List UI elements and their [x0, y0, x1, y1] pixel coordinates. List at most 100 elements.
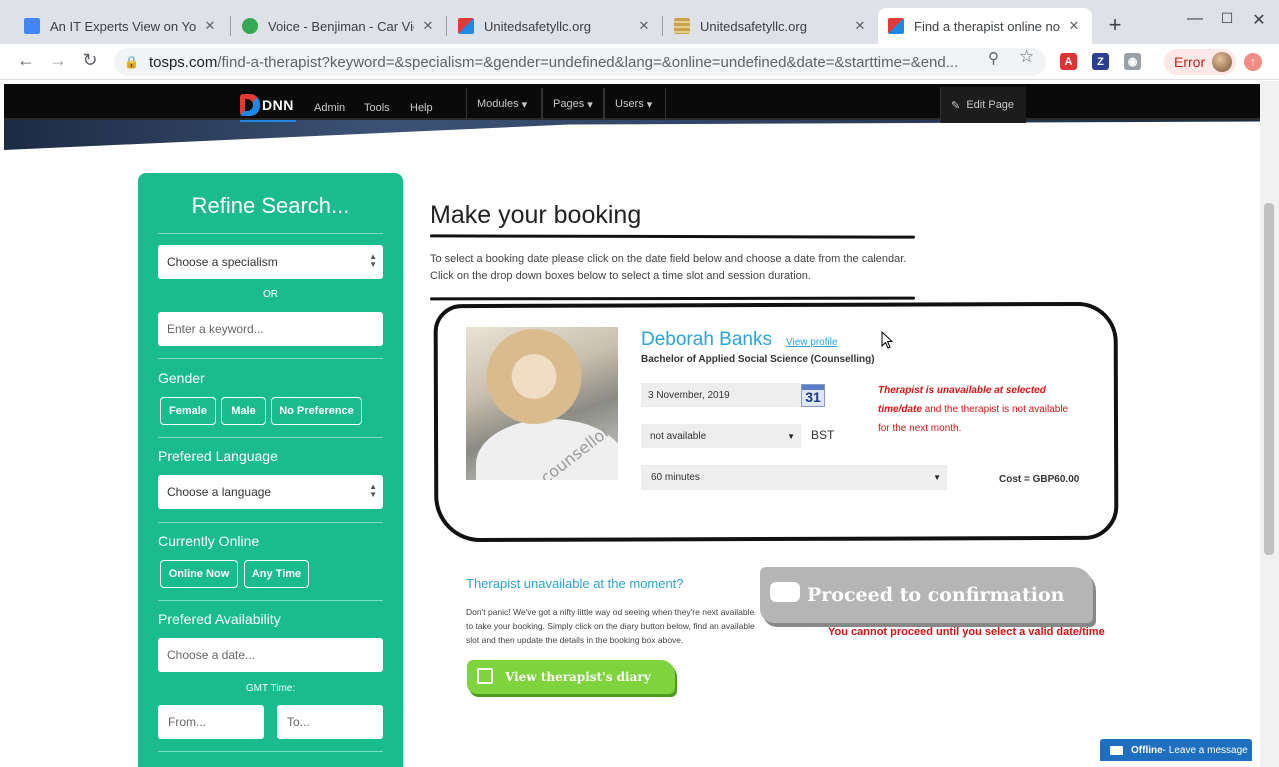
stack-icon	[674, 18, 690, 34]
lock-icon: 🔒	[124, 55, 139, 69]
dnn-users-menu[interactable]: Users ▾	[604, 88, 666, 120]
forward-button[interactable]: →	[46, 50, 70, 71]
tab-voice[interactable]: Voice - Benjiman - Car Vide ✕	[232, 8, 446, 44]
page-viewport: DNN Admin Tools Help Modules ▾ Pages ▾ U…	[0, 81, 1260, 767]
tab-title: Unitedsafetyllc.org	[700, 18, 807, 34]
select-arrows-icon: ▲ ▼	[369, 252, 377, 269]
dnn-pages-menu[interactable]: Pages ▾	[542, 88, 604, 120]
tab-title: Find a therapist online now	[914, 18, 1060, 34]
envelope-icon	[1110, 745, 1123, 755]
unavailable-body: Don't panic! We've got a nifty little wa…	[466, 607, 755, 645]
close-icon[interactable]: ✕	[420, 18, 436, 34]
update-icon[interactable]: ↑	[1244, 53, 1262, 71]
angular-extension-icon[interactable]: A	[1060, 53, 1077, 70]
availability-date-input[interactable]: Choose a date...	[158, 638, 383, 672]
or-text: OR	[263, 289, 278, 300]
gender-male-button[interactable]: Male	[221, 397, 266, 425]
gender-no-preference-button[interactable]: No Preference	[271, 397, 362, 425]
reload-button[interactable]: ↻	[78, 50, 102, 71]
time-slot-select[interactable]: not available ▼	[641, 424, 801, 448]
dnn-icon	[888, 18, 904, 34]
phone-icon	[242, 18, 258, 34]
scrollbar-thumb[interactable]	[1264, 203, 1274, 555]
calendar-icon[interactable]: 31	[801, 384, 825, 407]
browser-toolbar: ← → ↻ 🔒 tosps.com/find-a-therapist?keywo…	[0, 44, 1279, 80]
tab-title: An IT Experts View on Your	[50, 18, 196, 34]
speech-bubble-icon	[770, 582, 800, 602]
tab-title: Unitedsafetyllc.org	[484, 18, 591, 34]
back-button[interactable]: ←	[14, 50, 38, 71]
online-label: Currently Online	[158, 533, 260, 549]
unavailable-title: Therapist unavailable at the moment?	[466, 576, 684, 591]
chat-status: Offline	[1131, 744, 1163, 756]
duration-select[interactable]: 60 minutes ▼	[641, 465, 947, 490]
any-time-button[interactable]: Any Time	[244, 560, 309, 588]
url-text: tosps.com/find-a-therapist?keyword=&spec…	[148, 53, 959, 71]
screenshot-extension-icon[interactable]: ◉	[1124, 53, 1141, 70]
new-tab-button[interactable]: +	[1104, 12, 1126, 38]
page-scrollbar[interactable]	[1260, 81, 1279, 767]
gender-female-button[interactable]: Female	[160, 397, 216, 425]
minimize-button[interactable]: —	[1180, 10, 1210, 28]
tab-strip: An IT Experts View on Your ✕ Voice - Ben…	[0, 0, 1279, 44]
dnn-logo[interactable]: DNN	[240, 92, 296, 122]
dnn-modules-menu[interactable]: Modules ▾	[466, 88, 542, 120]
mouse-cursor-icon	[881, 331, 893, 349]
booking-instructions: To select a booking date please click on…	[430, 253, 907, 282]
close-icon[interactable]: ✕	[202, 18, 218, 34]
window-close-button[interactable]: ✕	[1244, 10, 1274, 30]
view-diary-button[interactable]: View therapist's diary	[467, 660, 675, 694]
error-label: Error	[1174, 54, 1206, 70]
therapist-degree: Bachelor of Applied Social Science (Coun…	[641, 354, 875, 365]
address-bar[interactable]: 🔒 tosps.com/find-a-therapist?keyword=&sp…	[114, 48, 1046, 76]
chat-message: - Leave a message	[1162, 744, 1248, 756]
proceed-error: You cannot proceed until you select a va…	[828, 626, 1105, 638]
language-select[interactable]: Choose a language ▲ ▼	[158, 475, 383, 509]
edit-page-button[interactable]: ✎ Edit Page	[940, 87, 1026, 123]
therapist-photo: counsellor	[466, 327, 618, 480]
language-label: Prefered Language	[158, 448, 278, 464]
select-arrows-icon: ▲ ▼	[369, 482, 377, 499]
dropdown-arrow-icon: ▼	[787, 431, 795, 441]
bookmark-star-icon[interactable]: ☆	[1019, 47, 1034, 67]
dropdown-arrow-icon: ▼	[933, 473, 941, 482]
gender-label: Gender	[158, 370, 205, 386]
dnn-tools-link[interactable]: Tools	[364, 102, 390, 114]
therapist-name: Deborah Banks	[641, 329, 772, 350]
zotero-extension-icon[interactable]: Z	[1092, 53, 1109, 70]
timezone-label: BST	[811, 428, 835, 442]
tab-docs[interactable]: An IT Experts View on Your ✕	[14, 8, 228, 44]
chat-widget[interactable]: Offline - Leave a message	[1100, 739, 1252, 761]
close-icon[interactable]: ✕	[636, 18, 652, 34]
divider	[429, 296, 916, 301]
tab-find-therapist[interactable]: Find a therapist online now ✕	[878, 8, 1092, 44]
close-icon[interactable]: ✕	[1066, 18, 1082, 34]
availability-error: Therapist is unavailable at selected tim…	[878, 385, 1069, 434]
online-now-button[interactable]: Online Now	[160, 560, 238, 588]
refine-search-panel: Refine Search... Choose a specialism ▲ ▼ …	[138, 173, 403, 767]
diary-icon	[477, 668, 493, 684]
tab-unitedsafety-1[interactable]: Unitedsafetyllc.org ✕	[448, 8, 662, 44]
dnn-logo-text: DNN	[262, 97, 294, 113]
view-profile-link[interactable]: View profile	[786, 337, 838, 348]
dnn-admin-link[interactable]: Admin	[314, 102, 345, 114]
specialism-select[interactable]: Choose a specialism ▲ ▼	[158, 245, 383, 279]
close-icon[interactable]: ✕	[852, 18, 868, 34]
keyword-input[interactable]: Enter a keyword...	[158, 312, 383, 346]
avatar	[1212, 52, 1232, 72]
session-cost: Cost = GBP60.00	[999, 474, 1080, 485]
pencil-icon: ✎	[951, 99, 961, 112]
dnn-help-link[interactable]: Help	[410, 102, 433, 114]
time-from-input[interactable]: From...	[158, 705, 264, 739]
refine-search-title: Refine Search...	[191, 193, 350, 218]
zoom-icon[interactable]: ⚲	[988, 49, 999, 67]
dnn-logo-mark	[240, 94, 260, 116]
docs-icon	[24, 18, 40, 34]
proceed-confirmation-button[interactable]: Proceed to confirmation	[760, 567, 1093, 623]
maximize-button[interactable]: ☐	[1212, 10, 1242, 27]
tab-unitedsafety-2[interactable]: Unitedsafetyllc.org ✕	[664, 8, 878, 44]
dnn-icon	[458, 18, 474, 34]
time-to-input[interactable]: To...	[277, 705, 383, 739]
booking-date-input[interactable]: 3 November, 2019	[641, 383, 801, 407]
profile-error-button[interactable]: Error	[1164, 49, 1236, 75]
